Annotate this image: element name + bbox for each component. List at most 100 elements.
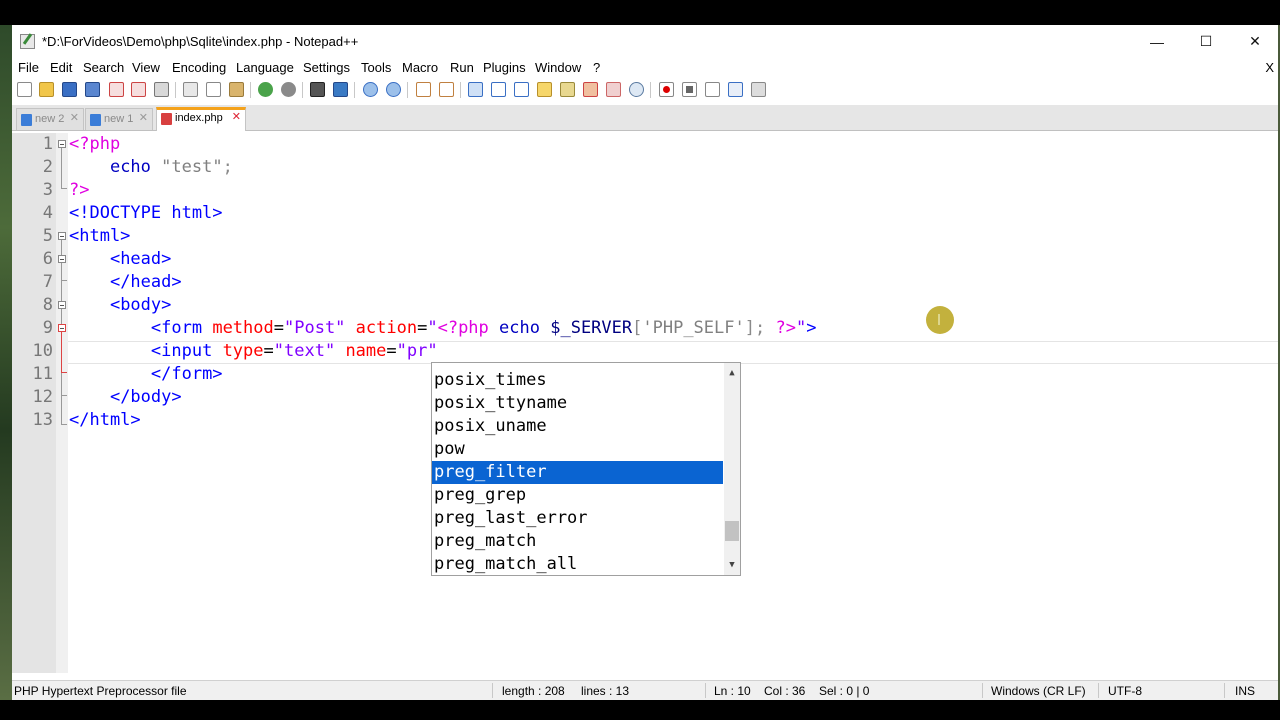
paste-icon[interactable]: [229, 82, 244, 97]
zoom-in-icon[interactable]: [363, 82, 378, 97]
code-token: name: [345, 341, 387, 361]
save-macro-icon[interactable]: [751, 82, 766, 97]
zoom-out-icon[interactable]: [386, 82, 401, 97]
menu-plugins[interactable]: Plugins: [483, 60, 526, 75]
copy-icon[interactable]: [206, 82, 221, 97]
close-document-button[interactable]: X: [1265, 60, 1274, 75]
autocomplete-scrollbar[interactable]: ▲ ▼: [724, 363, 740, 575]
autocomplete-item[interactable]: pow: [432, 438, 723, 461]
cut-icon[interactable]: [183, 82, 198, 97]
menu-encoding[interactable]: Encoding: [172, 60, 226, 75]
record-macro-icon[interactable]: [659, 82, 674, 97]
code-token: ": [795, 318, 807, 338]
code-token: echo: [499, 318, 540, 338]
folder-workspace-icon[interactable]: [583, 82, 598, 97]
minimize-button[interactable]: —: [1134, 25, 1180, 58]
menu-search[interactable]: Search: [83, 60, 124, 75]
code-line[interactable]: <!DOCTYPE html>: [69, 202, 223, 225]
run-macro-multiple-icon[interactable]: [728, 82, 743, 97]
code-line[interactable]: <body>: [69, 294, 171, 317]
code-line[interactable]: </form>: [69, 363, 223, 386]
close-file-icon[interactable]: [109, 82, 124, 97]
play-macro-icon[interactable]: [705, 82, 720, 97]
toolbar-separator: [460, 82, 461, 98]
print-icon[interactable]: [154, 82, 169, 97]
fold-toggle-icon[interactable]: [58, 301, 66, 309]
code-line[interactable]: </html>: [69, 409, 141, 432]
menu-file[interactable]: File: [18, 60, 39, 75]
sync-vertical-icon[interactable]: [416, 82, 431, 97]
fold-toggle-icon[interactable]: [58, 232, 66, 240]
code-line[interactable]: <html>: [69, 225, 130, 248]
close-all-icon[interactable]: [131, 82, 146, 97]
show-all-chars-icon[interactable]: [491, 82, 506, 97]
menu-help[interactable]: ?: [593, 60, 600, 75]
tab-new-1[interactable]: new 1 ✕: [85, 108, 153, 130]
menu-edit[interactable]: Edit: [50, 60, 72, 75]
code-line[interactable]: <?php: [69, 133, 120, 156]
menu-tools[interactable]: Tools: [361, 60, 391, 75]
sync-horizontal-icon[interactable]: [439, 82, 454, 97]
maximize-button[interactable]: ☐: [1183, 25, 1229, 58]
save-all-icon[interactable]: [85, 82, 100, 97]
scroll-down-icon[interactable]: ▼: [724, 557, 740, 573]
save-icon[interactable]: [62, 82, 77, 97]
autocomplete-item[interactable]: posix_ttyname: [432, 392, 723, 415]
code-token: >: [806, 318, 817, 338]
menu-language[interactable]: Language: [236, 60, 294, 75]
redo-icon[interactable]: [281, 82, 296, 97]
menu-macro[interactable]: Macro: [402, 60, 438, 75]
menu-view[interactable]: View: [132, 60, 160, 75]
tab-close-icon[interactable]: ✕: [139, 113, 148, 124]
code-line[interactable]: echo "test";: [69, 156, 233, 179]
menu-run[interactable]: Run: [450, 60, 474, 75]
open-file-icon[interactable]: [39, 82, 54, 97]
indent-guide-icon[interactable]: [514, 82, 529, 97]
replace-icon[interactable]: [333, 82, 348, 97]
code-line[interactable]: ?>: [69, 179, 89, 202]
autocomplete-item[interactable]: posix_times: [432, 369, 723, 392]
stop-macro-icon[interactable]: [682, 82, 697, 97]
doc-map-icon[interactable]: [537, 82, 552, 97]
menu-window[interactable]: Window: [535, 60, 581, 75]
status-separator: [1224, 683, 1225, 698]
fold-end: [61, 424, 67, 425]
status-length: length : 208: [502, 684, 565, 698]
monitor-icon[interactable]: [629, 82, 644, 97]
code-line[interactable]: <form method="Post" action="<?php echo $…: [69, 317, 817, 340]
title-bar[interactable]: *D:\ForVideos\Demo\php\Sqlite\index.php …: [12, 25, 1278, 58]
find-icon[interactable]: [310, 82, 325, 97]
fold-toggle-icon[interactable]: [58, 324, 66, 332]
undo-icon[interactable]: [258, 82, 273, 97]
autocomplete-item[interactable]: preg_last_error: [432, 507, 723, 530]
autocomplete-item[interactable]: preg_match_all: [432, 553, 723, 575]
close-button[interactable]: ✕: [1232, 25, 1278, 58]
code-line[interactable]: <head>: [69, 248, 171, 271]
tab-new-2[interactable]: new 2 ✕: [16, 108, 84, 130]
tab-close-icon[interactable]: ✕: [232, 112, 241, 123]
tab-index-php[interactable]: index.php ✕: [156, 107, 246, 131]
code-line[interactable]: </head>: [69, 271, 182, 294]
scroll-up-icon[interactable]: ▲: [724, 365, 740, 381]
code-line[interactable]: <input type="text" name="pr": [69, 340, 438, 363]
doc-switcher-icon[interactable]: [606, 82, 621, 97]
tab-label: new 2: [35, 113, 65, 125]
autocomplete-item[interactable]: preg_match: [432, 530, 723, 553]
fold-toggle-icon[interactable]: [58, 140, 66, 148]
line-number: 7: [42, 272, 53, 292]
fold-toggle-icon[interactable]: [58, 255, 66, 263]
menu-settings[interactable]: Settings: [303, 60, 350, 75]
code-line[interactable]: </body>: [69, 386, 182, 409]
tab-close-icon[interactable]: ✕: [70, 113, 79, 124]
scrollbar-thumb[interactable]: [725, 521, 739, 541]
line-number: 1: [42, 134, 53, 154]
word-wrap-icon[interactable]: [468, 82, 483, 97]
autocomplete-item[interactable]: preg_filter: [432, 461, 723, 484]
autocomplete-item[interactable]: posix_uname: [432, 415, 723, 438]
autocomplete-popup[interactable]: posix_times posix_ttyname posix_uname pow pr…: [431, 362, 741, 576]
function-list-icon[interactable]: [560, 82, 575, 97]
new-file-icon[interactable]: [17, 82, 32, 97]
autocomplete-item[interactable]: preg_grep: [432, 484, 723, 507]
